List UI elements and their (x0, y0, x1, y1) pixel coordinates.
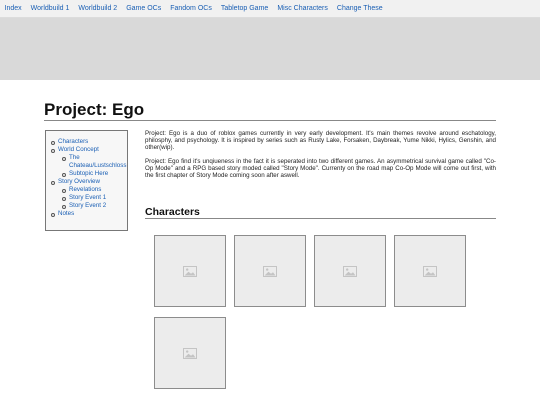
image-placeholder-icon (183, 265, 197, 277)
toc-sublink-story-event-2[interactable]: Story Event 2 (69, 202, 106, 210)
toc-sublink-subtopic-here[interactable]: Subtopic Here (69, 170, 108, 178)
toc-subitem: Subtopic Here (61, 170, 127, 178)
toc-subitem: Story Event 1 (61, 194, 127, 202)
nav-link-misc-characters[interactable]: Misc Characters (273, 5, 333, 12)
toc-item: Notes (50, 210, 127, 218)
toc-list: Characters World Concept The Chateau/Lusts… (46, 131, 127, 218)
image-placeholder-icon (343, 265, 357, 277)
character-card[interactable] (154, 317, 226, 389)
character-card[interactable] (234, 235, 306, 307)
section-divider (145, 218, 496, 219)
toc-link-notes[interactable]: Notes (58, 210, 74, 217)
toc-sublink-the-chateau-lustschloss[interactable]: The Chateau/Lustschloss (69, 154, 126, 170)
toc-subitem: Revelations (61, 186, 127, 194)
toc-sublist: The Chateau/Lustschloss Subtopic Here (58, 154, 127, 178)
toc-link-characters[interactable]: Characters (58, 138, 88, 145)
nav-link-tabletop-game[interactable]: Tabletop Game (216, 5, 272, 12)
toc-sublink-story-event-1[interactable]: Story Event 1 (69, 194, 106, 202)
toc-item: Story Overview Revelations Story Event 1 St… (50, 178, 127, 210)
toc-sublist: Revelations Story Event 1 Story Event 2 (58, 186, 127, 210)
page-title: Project: Ego (44, 100, 145, 119)
nav-link-fandom-ocs[interactable]: Fandom OCs (166, 5, 217, 12)
toc-subitem: The Chateau/Lustschloss (61, 154, 127, 170)
toc-sublink-revelations[interactable]: Revelations (69, 186, 101, 194)
character-card[interactable] (394, 235, 466, 307)
intro-paragraph-2: Project: Ego find it's unqiueness in the… (145, 157, 496, 180)
title-divider (44, 120, 496, 121)
toc-link-story-overview[interactable]: Story Overview (58, 178, 100, 185)
intro-paragraph-1: Project: Ego is a duo of roblox games cu… (145, 130, 496, 152)
image-placeholder-icon (263, 265, 277, 277)
character-card[interactable] (154, 235, 226, 307)
toc-subitem: Story Event 2 (61, 202, 127, 210)
toc-item: Characters (50, 138, 127, 146)
image-placeholder-icon (183, 347, 197, 359)
character-card[interactable] (314, 235, 386, 307)
nav-link-worldbuild-1[interactable]: Worldbuild 1 (26, 5, 74, 12)
toc-item: World Concept The Chateau/Lustschloss Subt… (50, 146, 127, 178)
toc-link-world-concept[interactable]: World Concept (58, 146, 99, 153)
nav-link-change-these[interactable]: Change These (332, 5, 387, 12)
nav-link-worldbuild-2[interactable]: Worldbuild 2 (74, 5, 122, 12)
image-placeholder-icon (423, 265, 437, 277)
nav-link-index[interactable]: Index (0, 5, 26, 12)
intro-text: Project: Ego is a duo of roblox games cu… (145, 130, 496, 185)
characters-heading: Characters (145, 206, 200, 218)
table-of-contents: Characters World Concept The Chateau/Lusts… (45, 130, 128, 231)
nav-link-game-ocs[interactable]: Game OCs (122, 5, 166, 12)
header-banner (0, 18, 540, 80)
top-nav: Index Worldbuild 1 Worldbuild 2 Game OCs Fan… (0, 0, 540, 18)
